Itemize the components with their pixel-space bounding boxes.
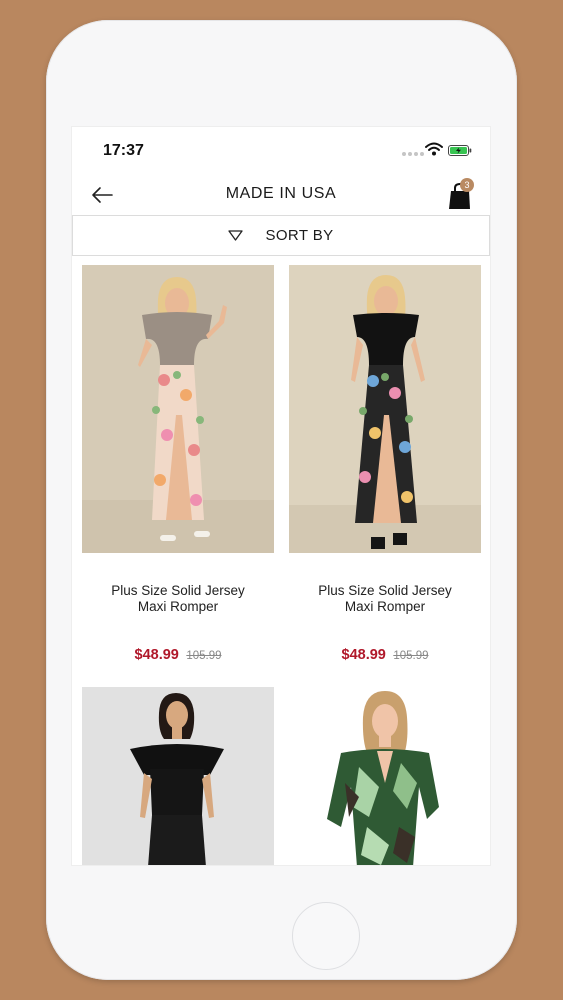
signal-dots-icon	[402, 152, 424, 156]
product-image[interactable]	[82, 265, 274, 553]
price-row: $48.99 105.99	[82, 646, 274, 664]
triangle-down-icon	[228, 230, 244, 241]
sale-price: $48.99	[341, 647, 386, 663]
product-card[interactable]	[82, 687, 274, 865]
battery-charging-icon	[448, 145, 472, 156]
app-screen: 17:37 MADE IN USA 3 SORT BY Plus Size So…	[72, 127, 490, 865]
wifi-icon	[425, 142, 443, 156]
price-row: $48.99 105.99	[289, 646, 481, 664]
product-card[interactable]: Plus Size Solid Jersey Maxi Romper $48.9…	[289, 265, 481, 664]
cart-button[interactable]: 3	[443, 178, 477, 212]
status-time: 17:37	[103, 142, 144, 159]
original-price: 105.99	[186, 650, 222, 662]
cart-count-badge: 3	[460, 178, 474, 192]
sale-price: $48.99	[134, 647, 179, 663]
product-card[interactable]	[289, 687, 481, 865]
product-card[interactable]: Plus Size Solid Jersey Maxi Romper $48.9…	[82, 265, 274, 664]
top-app-bar: MADE IN USA 3	[72, 175, 490, 215]
product-image[interactable]	[82, 687, 274, 865]
home-button[interactable]	[292, 902, 360, 970]
sort-bar[interactable]: SORT BY	[72, 215, 490, 256]
page-title: MADE IN USA	[225, 185, 337, 202]
product-name[interactable]: Plus Size Solid Jersey Maxi Romper	[289, 583, 481, 615]
status-bar: 17:37	[72, 127, 490, 175]
original-price: 105.99	[393, 650, 429, 662]
sort-by-label: SORT BY	[265, 227, 334, 244]
product-name[interactable]: Plus Size Solid Jersey Maxi Romper	[82, 583, 274, 615]
product-image[interactable]	[289, 687, 481, 865]
product-image[interactable]	[289, 265, 481, 553]
